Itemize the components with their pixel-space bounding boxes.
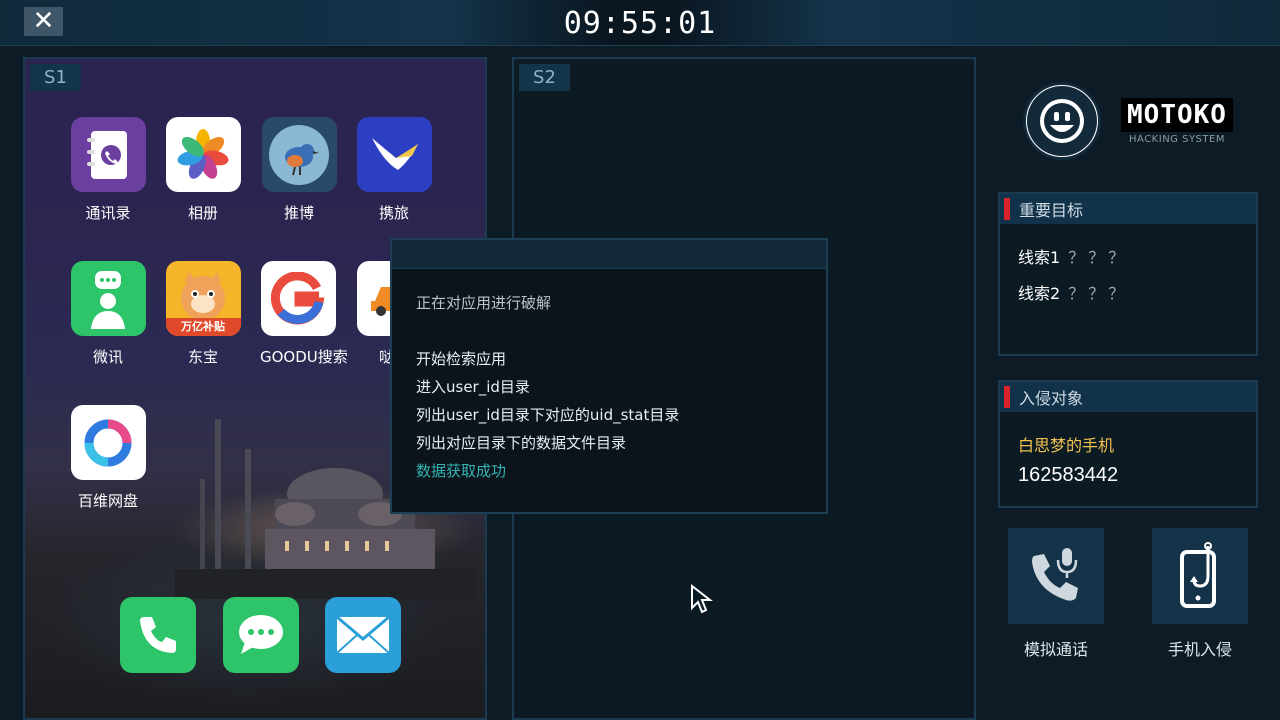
hacking-app: ✕ 09:55:01 S1 通讯录 相册 推博 携旅 微讯 万亿补贴 东宝 GO… (0, 0, 1280, 720)
log-line: 开始检索应用 (416, 350, 507, 368)
clock: 09:55:01 (563, 6, 717, 41)
search-g-icon (260, 261, 336, 336)
dock-messages[interactable] (223, 597, 299, 673)
app-contacts[interactable]: 通讯录 (70, 117, 146, 223)
app-label: 百维网盘 (77, 492, 138, 510)
app-label: 推博 (283, 204, 314, 222)
hack-progress-dialog: 正在对应用进行破解 开始检索应用 进入user_id目录 列出user_id目录… (390, 238, 828, 514)
clue-1: 线索1 ？？？ (1018, 244, 1128, 268)
intrusion-title: 入侵对象 (1019, 389, 1084, 408)
app-label: 东宝 (187, 348, 218, 366)
logo-name: MOTOKO (1121, 98, 1233, 132)
app-photos[interactable]: 相册 (165, 117, 241, 223)
clue-value: ？？？ (1068, 284, 1129, 303)
targets-card: 重要目标 线索1 ？？？ 线索2 ？？？ (998, 192, 1258, 356)
app-weixun[interactable]: 微讯 (70, 261, 146, 367)
dialog-title: 正在对应用进行破解 (416, 294, 552, 312)
app-xielv[interactable]: 携旅 (356, 117, 432, 223)
action-label: 模拟通话 (1023, 640, 1088, 659)
simulate-call-button[interactable]: 模拟通话 (1008, 528, 1104, 660)
app-label: 通讯录 (85, 204, 131, 222)
clue-label: 线索1 (1018, 248, 1061, 267)
phone-icon (140, 617, 176, 653)
clue-label: 线索2 (1018, 284, 1061, 303)
app-label: 微讯 (92, 348, 123, 366)
screen-label-s1: S1 (30, 64, 81, 91)
call-mic-icon (1032, 548, 1078, 601)
phone-hook-icon (1180, 542, 1216, 608)
close-button[interactable]: ✕ (24, 7, 63, 36)
dialog-header (392, 240, 826, 269)
app-goodu-search[interactable]: GOODU搜索 (260, 261, 348, 367)
clue-value: ？？？ (1068, 248, 1129, 267)
app-baiwei-disk[interactable]: 百维网盘 (70, 405, 146, 511)
log-line: 列出user_id目录下对应的uid_stat目录 (416, 406, 680, 424)
chat-icon (70, 261, 146, 336)
shopping-icon: 万亿补贴 (165, 261, 241, 336)
shopping-badge: 万亿补贴 (165, 318, 241, 336)
log-line: 列出对应目录下的数据文件目录 (416, 434, 627, 452)
cloud-disk-icon (70, 405, 146, 480)
travel-icon (356, 117, 432, 192)
log-line: 进入user_id目录 (416, 378, 530, 396)
message-icon (239, 615, 283, 654)
clue-2: 线索2 ？？？ (1018, 280, 1128, 304)
dock-phone[interactable] (120, 597, 196, 673)
photos-icon (165, 117, 241, 192)
app-tuibo[interactable]: 推博 (261, 117, 337, 223)
intrusion-card: 入侵对象 白思梦的手机 162583442 (998, 380, 1258, 508)
top-bar: ✕ 09:55:01 (0, 0, 1280, 46)
contacts-icon (70, 117, 146, 192)
targets-title: 重要目标 (1019, 201, 1084, 220)
red-marker (1004, 386, 1010, 408)
motoko-badge-logo (1023, 82, 1101, 160)
log-success: 数据获取成功 (416, 462, 507, 480)
mouse-cursor-icon (691, 584, 713, 614)
app-label: GOODU搜索 (260, 348, 348, 366)
logo-subtitle: HACKING SYSTEM (1129, 134, 1225, 145)
bird-icon (261, 117, 337, 192)
target-name: 白思梦的手机 (1018, 436, 1115, 455)
action-label: 手机入侵 (1167, 640, 1232, 659)
phone-intrusion-button[interactable]: 手机入侵 (1152, 528, 1248, 660)
app-label: 相册 (187, 204, 218, 222)
target-number: 162583442 (1018, 464, 1119, 486)
screen-label-s2: S2 (519, 64, 570, 91)
red-marker (1004, 198, 1010, 220)
mail-icon (336, 615, 390, 654)
app-label: 携旅 (378, 204, 409, 222)
app-dongbao[interactable]: 万亿补贴 东宝 (165, 261, 241, 367)
dock-mail[interactable] (325, 597, 401, 673)
